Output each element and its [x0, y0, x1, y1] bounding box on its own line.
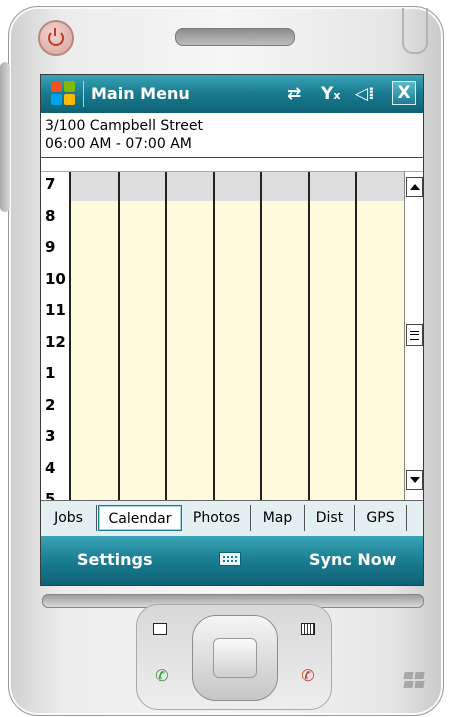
hardware-keypad: ✆ ✆	[136, 604, 332, 710]
day-header-cell[interactable]	[71, 172, 119, 201]
day-column-divider	[307, 172, 310, 500]
logo-red	[51, 81, 62, 92]
contacts-card-icon[interactable]	[153, 623, 167, 635]
windows-start-icon[interactable]	[51, 81, 77, 107]
tab-photos[interactable]: Photos	[183, 505, 251, 531]
end-call-red-icon[interactable]: ✆	[299, 667, 317, 685]
windows-mobile-logo-icon	[403, 672, 426, 690]
scroll-up-button[interactable]	[406, 177, 423, 197]
logo-yellow	[64, 94, 75, 105]
logo-pane	[414, 681, 425, 688]
day-column-divider	[355, 172, 357, 500]
hour-label: 4	[45, 458, 56, 477]
dpad-select-button[interactable]	[213, 638, 257, 678]
day-column-divider	[117, 172, 120, 500]
softkey-bar: Settings Sync Now	[41, 536, 423, 585]
appointment-info: 3/100 Campbell Street 06:00 AM - 07:00 A…	[45, 117, 415, 153]
day-column-divider	[260, 172, 262, 500]
logo-pane	[403, 681, 414, 688]
day-column-divider	[212, 172, 215, 500]
device-screen: Main Menu ⇄ Yx ◁⁞ X 3/100 Campbell Stree…	[40, 74, 424, 586]
signal-off-icon[interactable]: Yx	[321, 83, 340, 107]
hour-label: 8	[45, 206, 56, 225]
tab-dist[interactable]: Dist	[305, 505, 355, 531]
page-title: Main Menu	[91, 84, 190, 103]
title-bar: Main Menu ⇄ Yx ◁⁞ X	[41, 75, 423, 113]
logo-green	[64, 81, 75, 92]
tab-bar: Jobs Calendar Photos Map Dist GPS	[41, 500, 423, 537]
settings-softkey[interactable]: Settings	[77, 550, 153, 569]
hour-label: 10	[45, 269, 66, 288]
hour-label: 11	[45, 301, 66, 319]
earpiece-speaker	[175, 28, 295, 46]
hour-label: 9	[45, 238, 56, 256]
day-header-cell[interactable]	[118, 172, 166, 201]
power-button[interactable]	[38, 20, 74, 56]
connectivity-icon[interactable]: ⇄	[287, 83, 301, 105]
volume-icon[interactable]: ◁⁞	[355, 83, 375, 105]
tab-gps[interactable]: GPS	[355, 505, 407, 531]
logo-blue	[51, 94, 62, 105]
calendar-grid[interactable]: 7 8 9 10 11 12 1 2 3 4 5	[41, 172, 404, 500]
hour-label: 1	[45, 364, 56, 382]
day-header-cell[interactable]	[308, 172, 356, 201]
day-header-cell[interactable]	[213, 172, 261, 201]
divider	[41, 157, 423, 158]
appointment-address: 3/100 Campbell Street	[45, 118, 203, 134]
scroll-thumb[interactable]	[406, 324, 423, 346]
directional-pad[interactable]	[192, 615, 278, 701]
day-header-cell[interactable]	[166, 172, 214, 201]
vertical-scrollbar[interactable]	[404, 172, 423, 500]
hour-label: 2	[45, 395, 56, 414]
power-icon	[48, 28, 64, 46]
side-button[interactable]	[0, 62, 10, 212]
logo-pane	[414, 672, 425, 679]
day-column-divider	[165, 172, 167, 500]
call-green-icon[interactable]: ✆	[153, 667, 171, 685]
day-header-cell[interactable]	[261, 172, 309, 201]
logo-pane	[403, 672, 414, 679]
scroll-down-button[interactable]	[406, 470, 423, 490]
day-header-cell[interactable]	[356, 172, 404, 201]
stylus-holder	[402, 8, 428, 54]
hour-label: 3	[45, 427, 56, 445]
tab-map[interactable]: Map	[251, 505, 305, 531]
hour-label: 7	[45, 175, 56, 193]
sync-now-softkey[interactable]: Sync Now	[309, 550, 397, 569]
tab-jobs[interactable]: Jobs	[41, 505, 97, 531]
appointment-time: 06:00 AM - 07:00 AM	[45, 136, 192, 152]
hour-label: 5	[45, 490, 56, 500]
hour-label: 12	[45, 332, 66, 351]
title-separator	[83, 81, 84, 107]
keyboard-icon[interactable]	[219, 552, 241, 566]
tab-calendar[interactable]: Calendar	[98, 505, 182, 531]
hour-column: 7 8 9 10 11 12 1 2 3 4 5	[41, 172, 71, 500]
close-button[interactable]: X	[392, 81, 416, 105]
calendar-key-icon[interactable]	[301, 623, 315, 635]
